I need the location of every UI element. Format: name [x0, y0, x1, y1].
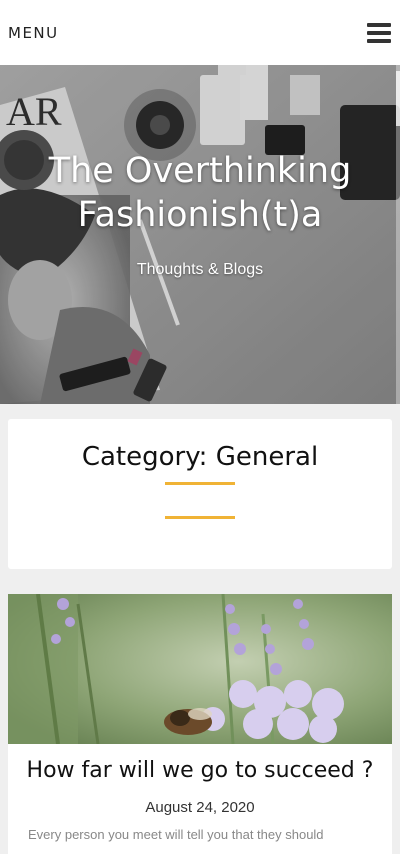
- scrollbar-thumb[interactable]: [396, 71, 400, 126]
- site-tagline: Thoughts & Blogs: [136, 261, 264, 278]
- hero-banner: AR The Overthinking Fashionish(t)a Thoug…: [0, 65, 400, 404]
- hamburger-menu-icon[interactable]: [367, 22, 391, 43]
- scrollbar[interactable]: [396, 65, 400, 404]
- site-title-line-1: The Overthinking: [48, 151, 352, 191]
- category-title: Category: General: [81, 442, 319, 472]
- site-title[interactable]: The Overthinking Fashionish(t)a: [0, 149, 400, 237]
- post-card[interactable]: How far will we go to succeed ? August 2…: [8, 594, 392, 854]
- post-excerpt: Every person you meet will tell you that…: [28, 827, 324, 842]
- post-date[interactable]: August 24, 2020: [8, 799, 392, 816]
- site-title-line-2: Fashionish(t)a: [77, 195, 323, 235]
- menu-label[interactable]: MENU: [8, 24, 59, 42]
- category-header-card: Category: General: [8, 419, 392, 569]
- site-header: MENU: [0, 0, 400, 65]
- title-underline-accent: [165, 516, 235, 519]
- post-featured-image[interactable]: [8, 594, 392, 744]
- post-title[interactable]: How far will we go to succeed ?: [8, 758, 392, 783]
- lavender-image: [8, 594, 392, 744]
- title-underline-accent: [165, 482, 235, 485]
